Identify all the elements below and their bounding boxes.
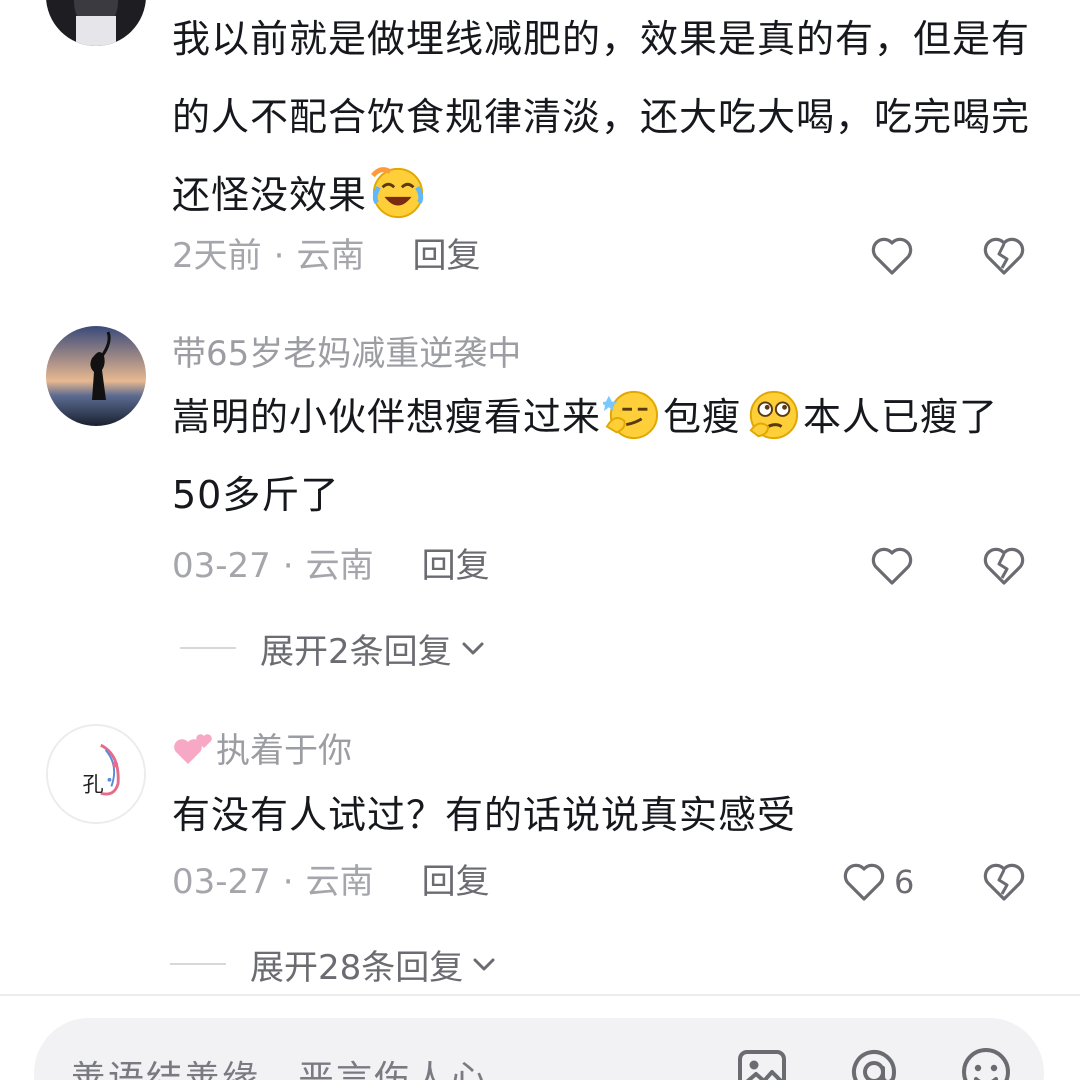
reply-button[interactable]: 回复: [412, 236, 480, 276]
heart-outline-icon: [871, 237, 913, 275]
like-button[interactable]: [840, 858, 888, 906]
username[interactable]: 执着于你: [172, 730, 352, 771]
like-button[interactable]: [868, 232, 916, 280]
thinking-emoji-icon: [743, 388, 801, 442]
mention-button[interactable]: [846, 1044, 902, 1080]
avatar-text: 孔: [83, 771, 104, 796]
comment-location: 云南: [305, 862, 374, 902]
reply-button[interactable]: 回复: [422, 862, 490, 902]
expand-divider-line: [170, 963, 226, 965]
smirk-emoji-icon: [600, 388, 661, 442]
separator-dot: ·: [273, 236, 285, 276]
comment-input[interactable]: 善语结善缘，恶言伤人心: [70, 1050, 488, 1080]
expand-divider-line: [180, 647, 236, 649]
expand-replies-label: 展开28条回复: [250, 947, 464, 988]
dislike-button[interactable]: [980, 542, 1028, 590]
broken-heart-icon: [983, 863, 1025, 901]
two-hearts-emoji-icon: [174, 734, 212, 764]
laughing-crying-emoji-icon: [369, 166, 427, 220]
like-count: 6: [894, 863, 915, 901]
comment-time: 2天前: [172, 236, 262, 276]
comment-input-bar[interactable]: 善语结善缘，恶言伤人心: [34, 1018, 1044, 1080]
comment-time: 03-27: [172, 546, 271, 586]
separator-dot: ·: [282, 862, 294, 902]
image-button[interactable]: [734, 1044, 790, 1080]
comment-time: 03-27: [172, 862, 271, 902]
dislike-button[interactable]: [980, 858, 1028, 906]
at-icon: [852, 1050, 897, 1080]
emoji-button[interactable]: [958, 1044, 1014, 1080]
username[interactable]: 带65岁老妈减重逆袭中: [172, 334, 521, 374]
emoji-icon: [962, 1048, 1010, 1080]
dislike-button[interactable]: [980, 232, 1028, 280]
avatar[interactable]: 孔: [46, 724, 146, 824]
expand-replies-label: 展开2条回复: [260, 631, 452, 672]
avatar[interactable]: [46, 326, 146, 426]
broken-heart-icon: [983, 547, 1025, 585]
comment-list-screen: 我以前就是做埋线减肥的，效果是真的有，但是有的人不配合饮食规律清淡，还大吃大喝，…: [0, 0, 1080, 1080]
reply-button[interactable]: 回复: [422, 546, 490, 586]
comment-location: 云南: [305, 546, 374, 586]
comment-location: 云南: [296, 236, 365, 276]
image-icon: [738, 1050, 786, 1080]
heart-outline-icon: [871, 547, 913, 585]
like-button[interactable]: [868, 542, 916, 590]
input-divider: [0, 994, 1080, 996]
comment-text: 有没有人试过？有的话说说真实感受: [172, 793, 797, 837]
avatar[interactable]: [46, 0, 146, 46]
comment-meta: 2天前 · 云南 回复: [172, 236, 480, 276]
chevron-down-icon: [462, 642, 484, 655]
comment-meta: 03-27 · 云南 回复: [172, 546, 490, 586]
heart-outline-icon: [843, 863, 885, 901]
expand-replies-button[interactable]: 展开2条回复: [180, 628, 488, 672]
comment-text: 我以前就是做埋线减肥的，效果是真的有，但是有的人不配合饮食规律清淡，还大吃大喝，…: [172, 0, 1032, 234]
separator-dot: ·: [282, 546, 294, 586]
comment-text: 嵩明的小伙伴想瘦看过来 包瘦 本人已瘦了50多斤了: [172, 378, 1032, 534]
expand-replies-button[interactable]: 展开28条回复: [170, 944, 499, 988]
chevron-down-icon: [473, 958, 495, 971]
broken-heart-icon: [983, 237, 1025, 275]
comment-meta: 03-27 · 云南 回复: [172, 862, 490, 902]
